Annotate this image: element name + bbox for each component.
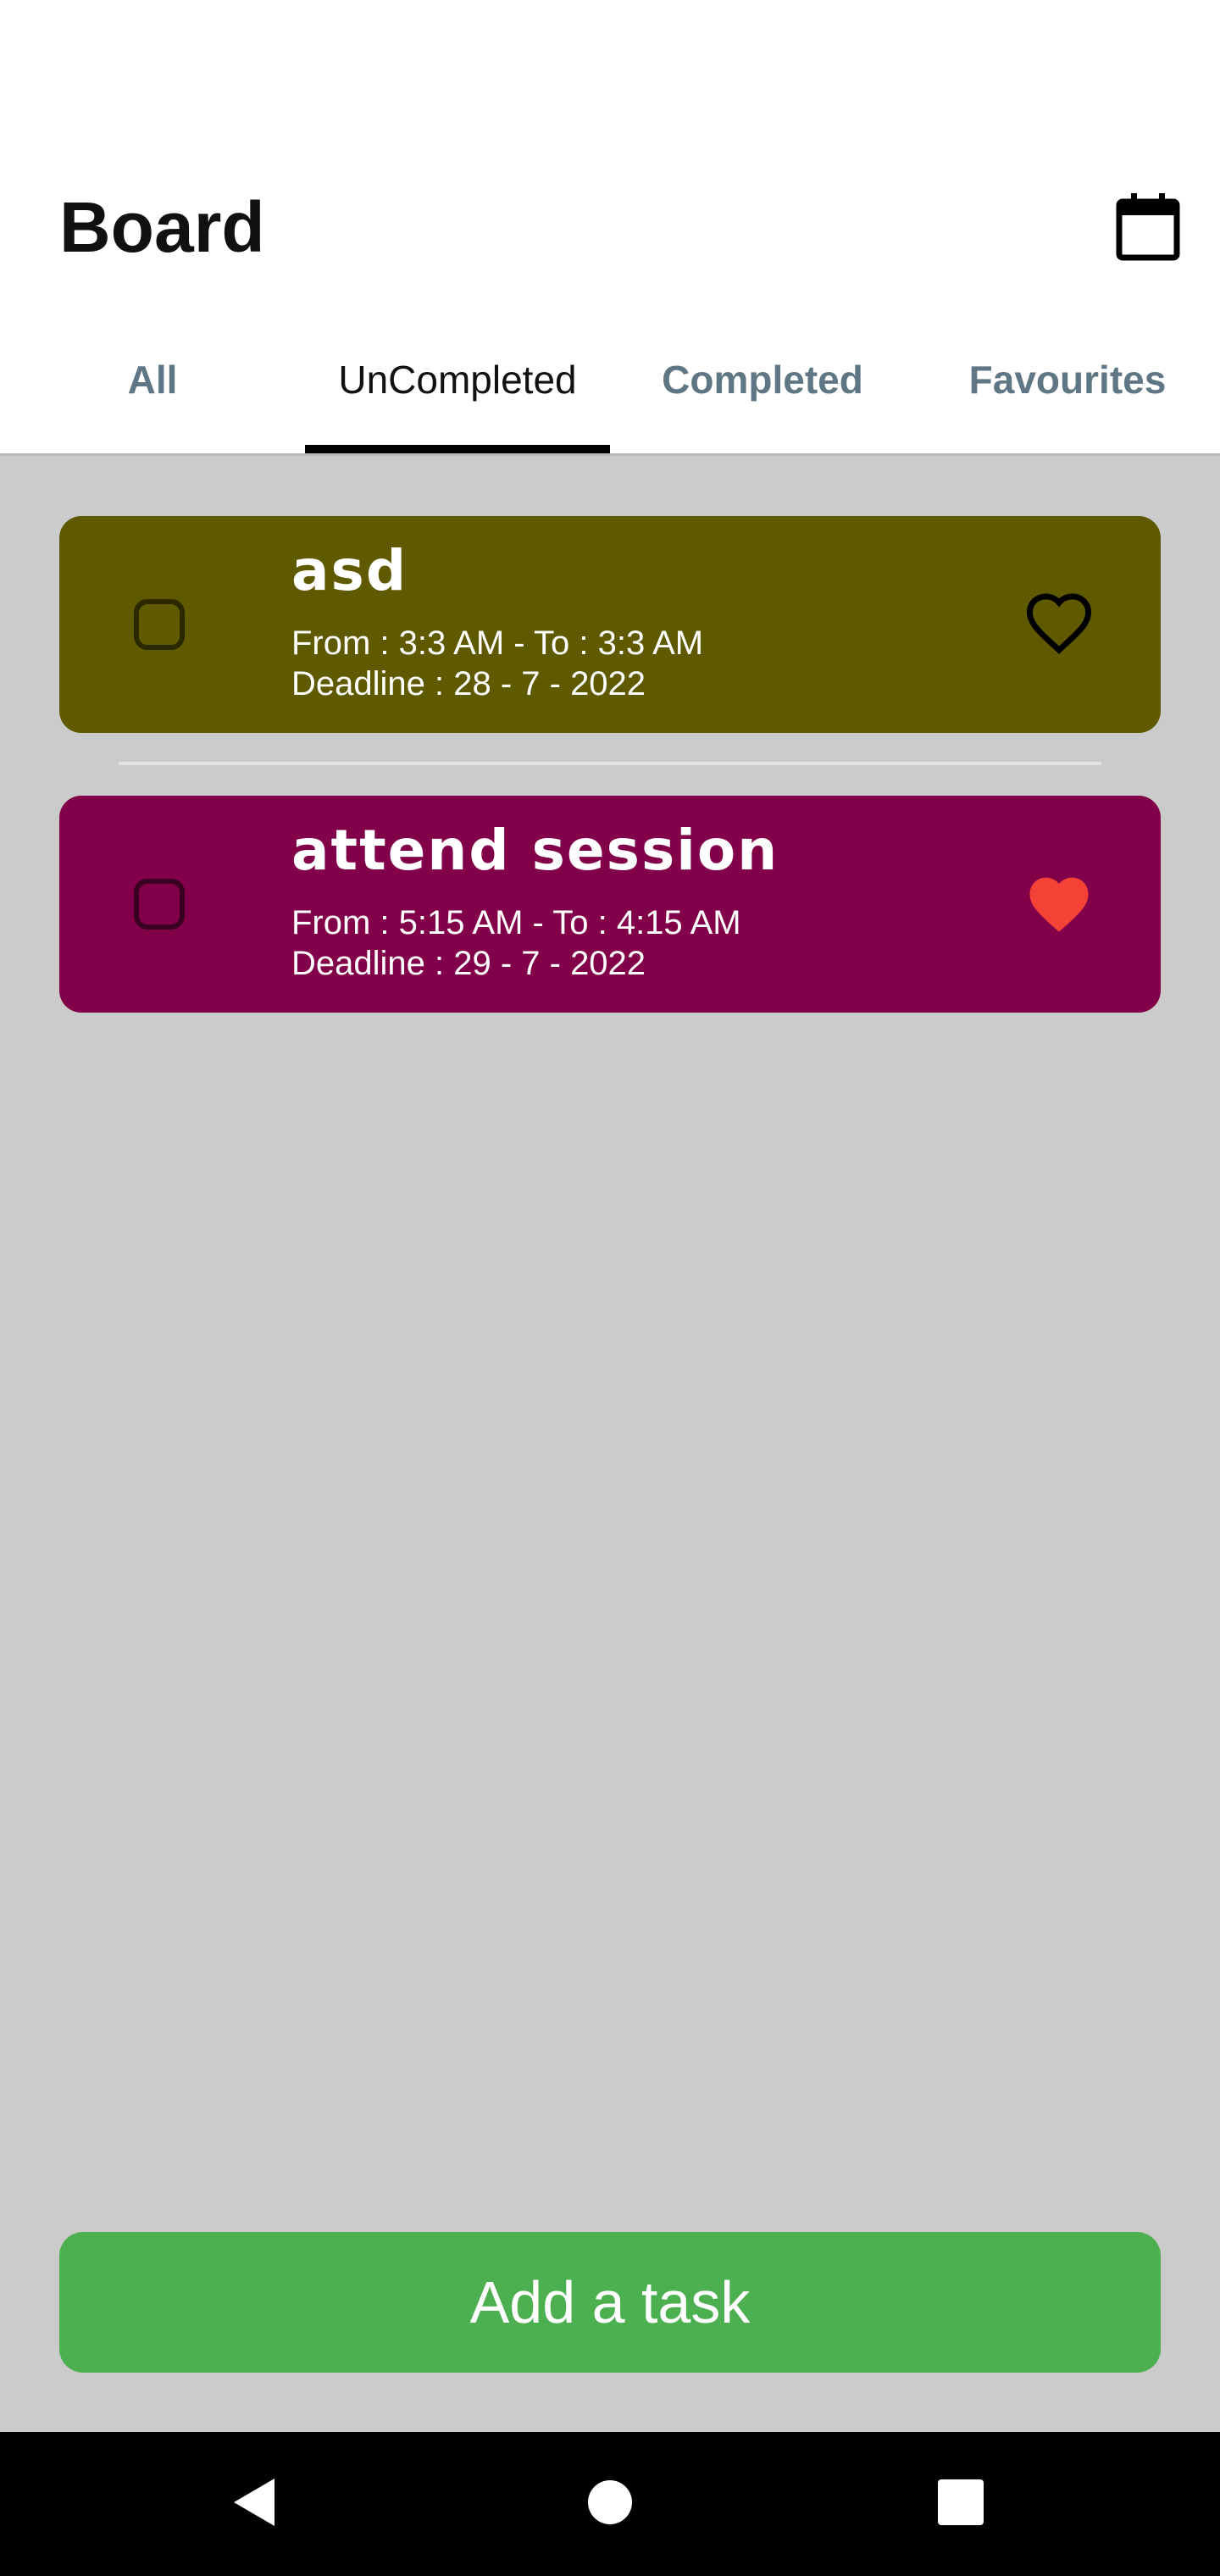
tab-uncompleted[interactable]: UnCompleted bbox=[305, 339, 610, 453]
recents-square-icon bbox=[938, 2479, 984, 2529]
task-time: From : 3:3 AM - To : 3:3 AM bbox=[291, 625, 704, 662]
favourite-button[interactable] bbox=[1017, 862, 1101, 947]
tab-all[interactable]: All bbox=[0, 339, 305, 453]
task-title: attend session bbox=[291, 818, 779, 883]
nav-recents-button[interactable] bbox=[893, 2432, 1029, 2576]
favourite-button[interactable] bbox=[1017, 582, 1101, 667]
task-card[interactable]: asd From : 3:3 AM - To : 3:3 AM Deadline… bbox=[59, 516, 1161, 733]
task-deadline: Deadline : 28 - 7 - 2022 bbox=[291, 665, 646, 702]
heart-filled-icon bbox=[1023, 870, 1095, 939]
task-title: asd bbox=[291, 538, 408, 603]
calendar-icon bbox=[1116, 192, 1180, 265]
nav-home-button[interactable] bbox=[542, 2432, 678, 2576]
status-bar bbox=[0, 0, 1220, 102]
tab-completed[interactable]: Completed bbox=[610, 339, 915, 453]
nav-back-button[interactable] bbox=[186, 2432, 322, 2576]
tab-bar: All UnCompleted Completed Favourites bbox=[0, 339, 1220, 456]
home-circle-icon bbox=[586, 2479, 634, 2530]
page-title: Board bbox=[59, 187, 265, 267]
task-checkbox[interactable] bbox=[134, 599, 185, 650]
task-checkbox[interactable] bbox=[134, 879, 185, 930]
tab-favourites[interactable]: Favourites bbox=[915, 339, 1220, 453]
heart-outline-icon bbox=[1023, 591, 1095, 659]
task-list bbox=[0, 456, 1220, 2432]
navigation-bar bbox=[0, 2432, 1220, 2576]
add-task-button[interactable]: Add a task bbox=[59, 2232, 1161, 2373]
task-card[interactable]: attend session From : 5:15 AM - To : 4:1… bbox=[59, 796, 1161, 1013]
task-time: From : 5:15 AM - To : 4:15 AM bbox=[291, 904, 741, 941]
back-triangle-icon bbox=[230, 2477, 278, 2532]
divider bbox=[119, 762, 1101, 765]
calendar-button[interactable] bbox=[1110, 191, 1186, 267]
task-deadline: Deadline : 29 - 7 - 2022 bbox=[291, 945, 646, 982]
